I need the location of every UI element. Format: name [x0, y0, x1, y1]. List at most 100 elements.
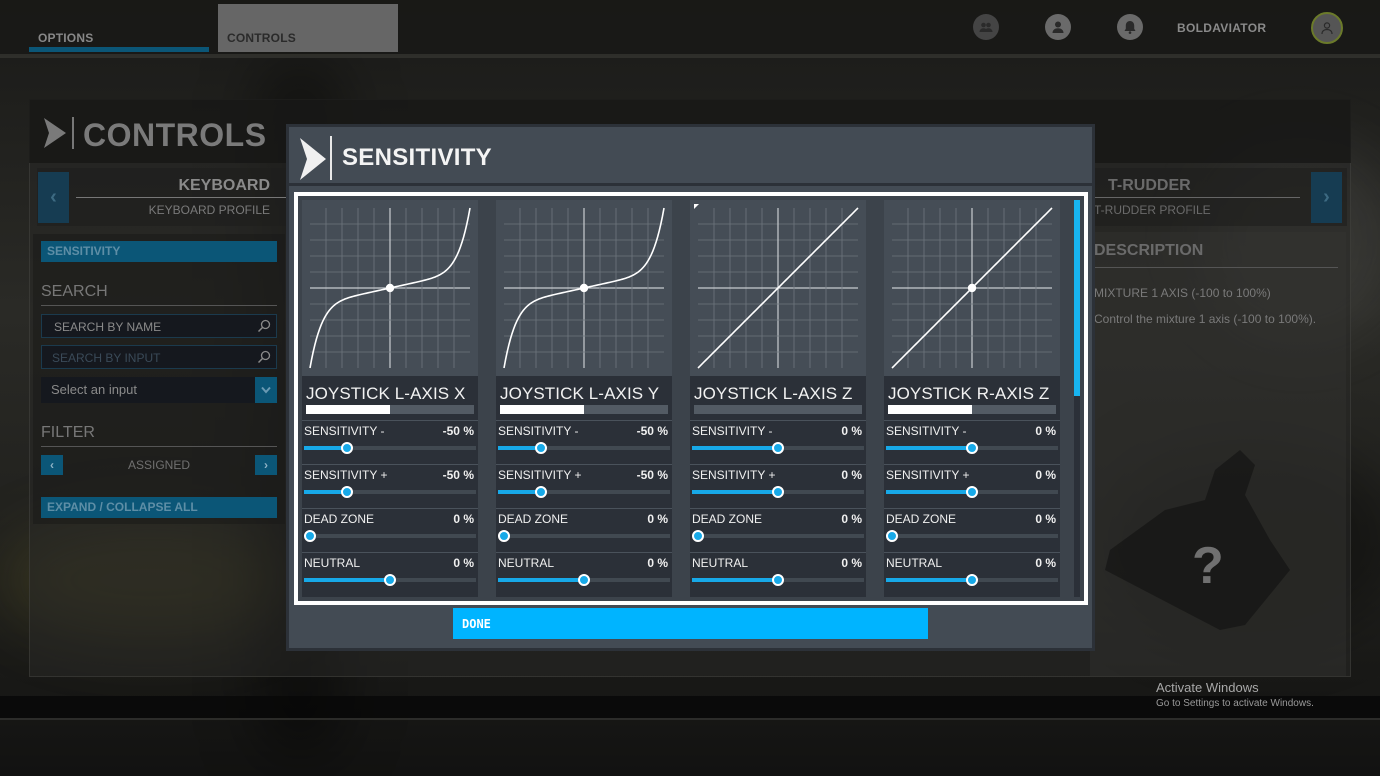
slider-handle[interactable] — [886, 530, 898, 542]
param-slider[interactable] — [304, 486, 476, 498]
param-label: DEAD ZONE — [498, 512, 569, 526]
slider-handle[interactable] — [341, 442, 353, 454]
filter-previous-button[interactable]: ‹ — [41, 455, 63, 475]
param-value: 0 % — [1035, 468, 1056, 482]
profile-icon[interactable] — [1045, 14, 1071, 40]
axes-scrollbar[interactable] — [1074, 200, 1080, 597]
chevron-right-icon: › — [1323, 186, 1330, 208]
slider-track[interactable] — [498, 534, 670, 538]
param-slider[interactable] — [498, 530, 670, 542]
slider-handle[interactable] — [384, 574, 396, 586]
param-slider[interactable] — [692, 574, 864, 586]
slider-track[interactable] — [692, 534, 864, 538]
slider-fill — [692, 490, 778, 494]
response-curve-svg — [891, 207, 1053, 369]
slider-handle[interactable] — [341, 486, 353, 498]
slider-handle[interactable] — [966, 442, 978, 454]
param-slider[interactable] — [692, 530, 864, 542]
slider-handle[interactable] — [498, 530, 510, 542]
param-value: 0 % — [841, 424, 862, 438]
search-icon — [257, 319, 271, 333]
param-slider[interactable] — [498, 574, 670, 586]
param-value: 0 % — [453, 512, 474, 526]
param-label: NEUTRAL — [886, 556, 943, 570]
slider-track[interactable] — [886, 534, 1058, 538]
param-divider — [496, 420, 672, 421]
param-slider[interactable] — [886, 574, 1058, 586]
param-slider[interactable] — [498, 442, 670, 454]
axis-name: JOYSTICK R-AXIS Z — [888, 384, 1050, 403]
notifications-bell-icon[interactable] — [1117, 14, 1143, 40]
param-label: SENSITIVITY - — [498, 424, 579, 438]
slider-fill — [692, 578, 778, 582]
param-slider[interactable] — [304, 574, 476, 586]
slider-track[interactable] — [304, 534, 476, 538]
filter-value: ASSIGNED — [127, 458, 190, 472]
slider-handle[interactable] — [966, 574, 978, 586]
axis-input-meter — [306, 405, 474, 414]
slider-handle[interactable] — [304, 530, 316, 542]
tab-controls-label: CONTROLS — [227, 31, 296, 45]
param-label: DEAD ZONE — [304, 512, 375, 526]
param-value: 0 % — [647, 512, 668, 526]
param-slider[interactable] — [692, 442, 864, 454]
axis-input-meter — [500, 405, 668, 414]
search-by-input-input[interactable]: SEARCH BY INPUT — [41, 345, 277, 369]
param-label: DEAD ZONE — [692, 512, 763, 526]
chevron-left-icon: ‹ — [50, 458, 54, 472]
param-slider[interactable] — [498, 486, 670, 498]
param-value: -50 % — [636, 468, 668, 482]
axis-column: JOYSTICK L-AXIS Y SENSITIVITY - -50 % SENSI… — [496, 200, 672, 597]
profile-subtitle-keyboard: KEYBOARD PROFILE — [148, 203, 270, 217]
slider-handle[interactable] — [535, 486, 547, 498]
search-icon — [257, 350, 271, 364]
param-slider[interactable] — [692, 486, 864, 498]
next-profile-button[interactable]: › — [1311, 172, 1342, 223]
param-value: -50 % — [636, 424, 668, 438]
sensitivity-button[interactable]: SENSITIVITY — [41, 241, 277, 262]
param-dead-zone: DEAD ZONE 0 % — [496, 510, 672, 554]
param-label: SENSITIVITY + — [692, 468, 776, 482]
param-slider[interactable] — [304, 530, 476, 542]
param-slider[interactable] — [886, 442, 1058, 454]
chevron-down-icon[interactable] — [255, 377, 277, 403]
tab-options[interactable]: OPTIONS — [29, 4, 209, 52]
username[interactable]: BOLDAVIATOR — [1177, 21, 1266, 35]
slider-handle[interactable] — [692, 530, 704, 542]
slider-handle[interactable] — [535, 442, 547, 454]
param-sensitivityminus: SENSITIVITY - -50 % — [496, 422, 672, 466]
param-divider — [690, 552, 866, 553]
param-slider[interactable] — [886, 486, 1058, 498]
param-value: 0 % — [841, 468, 862, 482]
input-position-dot — [579, 283, 589, 293]
expand-collapse-all-button[interactable]: EXPAND / COLLAPSE ALL — [41, 497, 277, 518]
select-input-dropdown[interactable]: Select an input — [41, 377, 277, 403]
search-by-name-input[interactable]: SEARCH BY NAME — [41, 314, 277, 338]
tab-controls[interactable]: CONTROLS — [218, 4, 398, 52]
scrollbar-thumb[interactable] — [1074, 200, 1080, 396]
previous-profile-button[interactable]: ‹ — [38, 172, 69, 223]
axes-scroll-area[interactable]: JOYSTICK L-AXIS X SENSITIVITY - -50 % SENSI… — [298, 196, 1084, 601]
profile-divider — [76, 197, 288, 198]
param-sensitivityminus: SENSITIVITY - 0 % — [884, 422, 1060, 466]
done-button[interactable]: DONE — [453, 608, 928, 639]
filter-next-button[interactable]: › — [255, 455, 277, 475]
description-heading: DESCRIPTION — [1094, 242, 1204, 259]
search-by-input-placeholder: SEARCH BY INPUT — [52, 351, 161, 365]
slider-handle[interactable] — [578, 574, 590, 586]
tab-options-label: OPTIONS — [38, 31, 94, 45]
avatar[interactable] — [1311, 12, 1343, 44]
windows-activation-subtitle: Go to Settings to activate Windows. — [1156, 698, 1314, 709]
param-slider[interactable] — [304, 442, 476, 454]
param-neutral: NEUTRAL 0 % — [302, 554, 478, 598]
friends-icon[interactable] — [973, 14, 999, 40]
param-slider[interactable] — [886, 530, 1058, 542]
slider-handle[interactable] — [772, 486, 784, 498]
param-sensitivityminus: SENSITIVITY - -50 % — [302, 422, 478, 466]
slider-handle[interactable] — [772, 574, 784, 586]
slider-handle[interactable] — [966, 486, 978, 498]
response-curve-svg — [309, 207, 471, 369]
param-dead-zone: DEAD ZONE 0 % — [690, 510, 866, 554]
chevron-right-icon — [300, 138, 326, 180]
slider-handle[interactable] — [772, 442, 784, 454]
